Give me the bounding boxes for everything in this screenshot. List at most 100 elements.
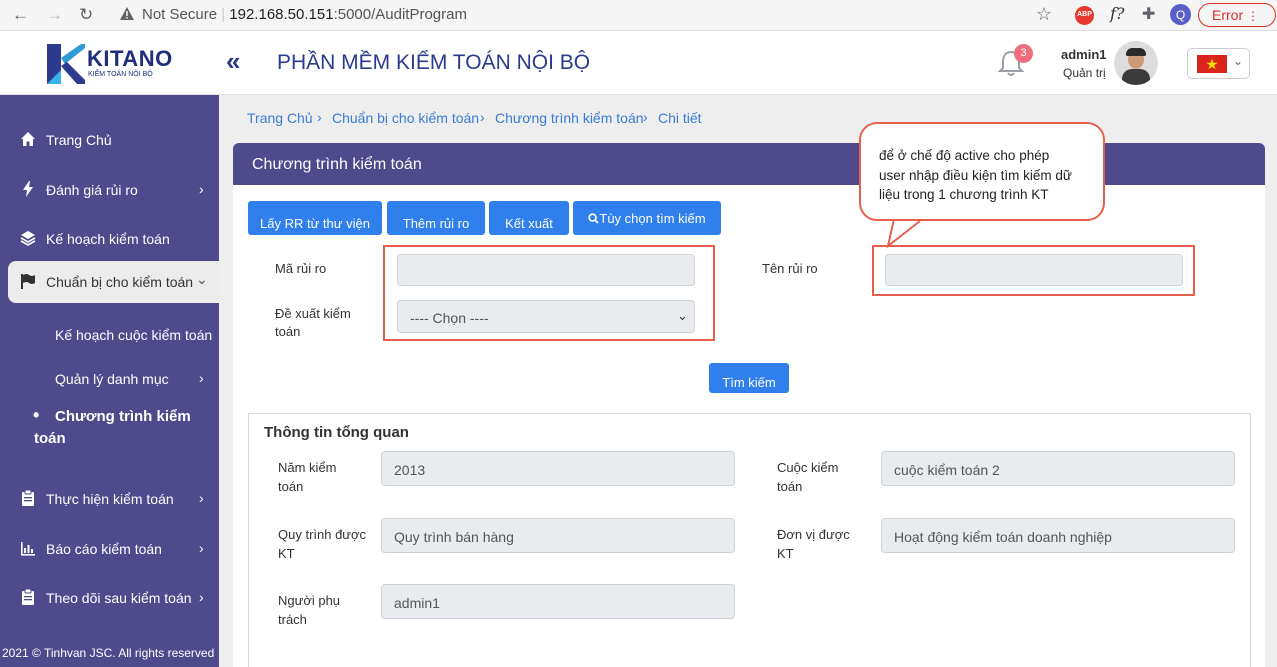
app-title: PHẦN MỀM KIỂM TOÁN NỘI BỘ	[277, 51, 591, 74]
sidebar-item-label: Báo cáo kiểm toán	[46, 541, 162, 557]
chevron-right-icon: ›	[643, 109, 648, 125]
error-label: Error	[1212, 7, 1244, 23]
audit-year-field: 2013	[381, 451, 735, 486]
star-icon[interactable]: ☆	[1036, 4, 1052, 25]
sidebar-item-audit-plan[interactable]: Kế hoạch kiểm toán	[0, 216, 219, 262]
sidebar-item-label: Trang Chủ	[46, 132, 112, 148]
url-host: 192.168.50.151	[229, 6, 334, 23]
sidebar-item-label: Chuẩn bị cho kiểm toán	[46, 274, 194, 290]
bolt-icon	[23, 181, 33, 197]
export-button[interactable]: Kết xuất	[489, 201, 569, 235]
extensions-puzzle-icon[interactable]: ✚	[1142, 4, 1155, 24]
audited-unit-label: Đơn vị được	[777, 527, 850, 542]
sidebar-subitem-engagement-plan[interactable]: Kế hoạch cuộc kiểm toán	[0, 312, 219, 358]
sidebar-item-audit-prep[interactable]: Chuẩn bị cho kiểm toán ⌄	[8, 261, 219, 303]
sidebar-item-audit-execution[interactable]: Thực hiện kiểm toán ›	[0, 476, 219, 522]
address-bar[interactable]: Not Secure | 192.168.50.151:5000/AuditPr…	[142, 6, 467, 23]
adblock-icon[interactable]: ABP	[1075, 6, 1094, 25]
user-name: admin1	[1061, 47, 1107, 62]
footer-copyright: 2021 © Tinhvan JSC. All rights reserved	[2, 646, 215, 660]
audited-unit-label-cont: KT	[777, 546, 794, 561]
profile-avatar[interactable]: Q	[1170, 4, 1191, 25]
forward-arrow-icon[interactable]: →	[46, 5, 63, 25]
search-options-label: Tùy chọn tìm kiếm	[599, 211, 706, 226]
sidebar-item-label: Kế hoạch cuộc kiểm toán	[55, 327, 213, 343]
kitano-logo-icon	[47, 44, 85, 84]
url-path: :5000/AuditProgram	[333, 6, 467, 23]
chevron-right-icon: ›	[480, 109, 485, 125]
collapse-sidebar-icon[interactable]: «	[226, 48, 240, 74]
error-button[interactable]: Error ⋮	[1198, 3, 1276, 27]
owner-label-cont: trách	[278, 612, 307, 627]
callout-line: để ở chế độ active cho phép	[879, 148, 1050, 163]
flag-icon	[21, 274, 35, 289]
audit-proposal-label-cont: toán	[275, 324, 301, 339]
risk-name-label: Tên rủi ro	[762, 261, 818, 276]
browser-toolbar: ← → ↻ Not Secure | 192.168.50.151:5000/A…	[0, 0, 1277, 31]
owner-label: Người phụ	[278, 593, 341, 608]
home-icon	[21, 132, 35, 146]
sidebar-subitem-catalog[interactable]: Quản lý danh mục ›	[0, 356, 219, 402]
sidebar-item-risk-assessment[interactable]: Đánh giá rủi ro ›	[0, 167, 219, 213]
notification-badge: 3	[1014, 44, 1033, 63]
logo-tagline: KIỂM TOÁN NỘI BỘ	[88, 71, 153, 78]
breadcrumb-link-home[interactable]: Trang Chủ	[247, 110, 313, 126]
more-vertical-icon: ⋮	[1247, 9, 1260, 23]
sidebar-item-audit-report[interactable]: Báo cáo kiểm toán ›	[0, 526, 219, 572]
annotation-callout: để ở chế độ active cho phép user nhập đi…	[859, 122, 1105, 221]
user-role: Quản trị	[1063, 66, 1106, 80]
audited-process-label: Quy trình được	[278, 527, 367, 542]
add-risk-button[interactable]: Thêm rủi ro	[387, 201, 485, 235]
owner-field: admin1	[381, 584, 735, 619]
not-secure-label: Not Secure	[142, 6, 218, 23]
highlight-box-left	[383, 245, 715, 341]
sidebar-item-label: Chương trình kiểm	[55, 408, 191, 425]
chevron-down-icon: ⌄	[196, 271, 208, 287]
clipboard-icon	[22, 490, 34, 506]
sidebar-item-label-cont: toán	[34, 430, 66, 447]
breadcrumb-link-audit-prep[interactable]: Chuẩn bị cho kiểm toán	[332, 110, 479, 126]
sidebar-item-label: Kế hoạch kiểm toán	[46, 231, 170, 247]
sidebar-item-label: Thực hiện kiểm toán	[46, 491, 174, 507]
chevron-right-icon: ›	[199, 181, 204, 197]
audit-engagement-label-cont: toán	[777, 479, 803, 494]
sidebar-item-label: Đánh giá rủi ro	[46, 182, 138, 198]
audit-year-label-cont: toán	[278, 479, 304, 494]
audited-process-label-cont: KT	[278, 546, 295, 561]
chevron-right-icon: ›	[199, 490, 204, 506]
bullet-dot-icon: •	[33, 405, 40, 425]
sidebar-item-follow-up[interactable]: Theo dõi sau kiểm toán ›	[0, 575, 219, 621]
sidebar-subitem-audit-program[interactable]: • Chương trình kiểm toán	[0, 403, 219, 453]
sidebar-item-home[interactable]: Trang Chủ	[0, 117, 219, 163]
audited-process-field: Quy trình bán hàng	[381, 518, 735, 553]
chevron-right-icon: ›	[317, 109, 322, 125]
chevron-down-icon: ⌄	[1233, 54, 1244, 68]
audit-proposal-label: Đề xuất kiểm	[275, 306, 351, 321]
chevron-right-icon: ›	[199, 370, 204, 386]
reload-icon[interactable]: ↻	[79, 5, 93, 25]
sidebar: Trang Chủ Đánh giá rủi ro › Kế hoạch kiể…	[0, 95, 219, 667]
card-title: Chương trình kiểm toán	[233, 143, 1265, 185]
callout-line: user nhập điều kiện tìm kiếm dữ	[879, 167, 1072, 183]
library-risk-button[interactable]: Lấy RR từ thư viện	[248, 201, 382, 235]
breadcrumb-current: Chi tiết	[658, 110, 702, 126]
back-arrow-icon[interactable]: ←	[12, 5, 29, 25]
chevron-right-icon: ›	[199, 589, 204, 605]
chevron-right-icon: ›	[199, 540, 204, 556]
breadcrumb: Trang Chủ › Chuẩn bị cho kiểm toán › Chư…	[247, 95, 847, 139]
callout-line: liệu trong 1 chương trình KT	[879, 187, 1049, 202]
avatar[interactable]	[1114, 41, 1158, 85]
search-button[interactable]: Tìm kiếm	[709, 363, 789, 393]
audit-year-label: Năm kiểm	[278, 460, 337, 475]
audit-engagement-field: cuộc kiểm toán 2	[881, 451, 1235, 486]
language-select[interactable]: ⌄	[1187, 48, 1250, 79]
overview-title: Thông tin tổng quan	[264, 424, 409, 441]
audited-unit-field: Hoạt động kiểm toán doanh nghiệp	[881, 518, 1235, 553]
bar-chart-icon	[21, 542, 35, 556]
clipboard-icon	[22, 589, 34, 605]
formula-extension-icon[interactable]: f?	[1110, 4, 1125, 23]
breadcrumb-link-audit-program[interactable]: Chương trình kiểm toán	[495, 110, 644, 126]
risk-code-label: Mã rủi ro	[275, 261, 327, 276]
layers-icon	[20, 231, 36, 246]
search-options-button[interactable]: Tùy chọn tìm kiếm	[573, 201, 721, 235]
